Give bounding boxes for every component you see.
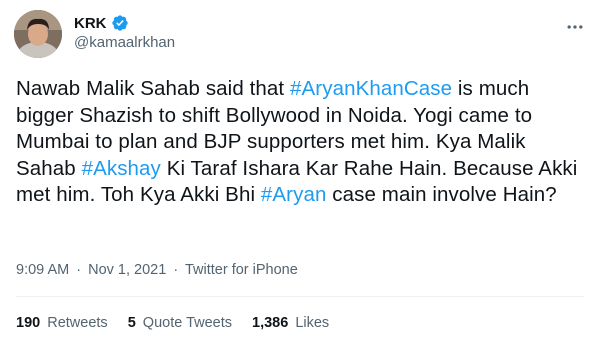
avatar-image — [14, 10, 62, 58]
avatar[interactable] — [14, 10, 62, 58]
quote-tweets-label: Quote Tweets — [142, 315, 232, 331]
verified-badge-icon — [111, 14, 129, 32]
tweet-meta: 9:09 AM · Nov 1, 2021 · Twitter for iPho… — [16, 262, 298, 278]
author-handle[interactable]: @kamaalrkhan — [74, 34, 175, 51]
tweet-time[interactable]: 9:09 AM — [16, 262, 69, 278]
likes-count: 1,386 — [252, 315, 289, 331]
tweet-stats: 190 Retweets 5 Quote Tweets 1,386 Likes — [16, 315, 329, 331]
tweet-text: Nawab Malik Sahab said that #AryanKhanCa… — [16, 76, 591, 209]
likes-stat[interactable]: 1,386 Likes — [252, 315, 329, 331]
retweets-count: 190 — [16, 315, 41, 331]
quote-tweets-count: 5 — [127, 315, 136, 331]
divider — [16, 296, 584, 297]
quote-tweets-stat[interactable]: 5 Quote Tweets — [128, 315, 232, 331]
tweet-text-segment: Nawab Malik Sahab said that — [16, 77, 291, 100]
likes-label: Likes — [295, 315, 330, 331]
author-display-name[interactable]: KRK — [74, 15, 107, 32]
meta-separator: · — [76, 262, 82, 278]
hashtag-link[interactable]: #Aryan — [261, 183, 327, 206]
author-name-row: KRK — [74, 14, 129, 32]
hashtag-link[interactable]: #Akshay — [82, 157, 161, 180]
hashtag-link[interactable]: #AryanKhanCase — [290, 77, 452, 100]
more-horizontal-icon[interactable] — [564, 16, 586, 38]
tweet-source[interactable]: Twitter for iPhone — [185, 262, 298, 278]
tweet-card: KRK @kamaalrkhan Nawab Malik Sahab said … — [0, 0, 600, 338]
tweet-date[interactable]: Nov 1, 2021 — [88, 262, 166, 278]
meta-separator: · — [173, 262, 179, 278]
retweets-label: Retweets — [47, 315, 108, 331]
retweets-stat[interactable]: 190 Retweets — [16, 315, 108, 331]
tweet-text-segment: case main involve Hain? — [326, 183, 557, 206]
